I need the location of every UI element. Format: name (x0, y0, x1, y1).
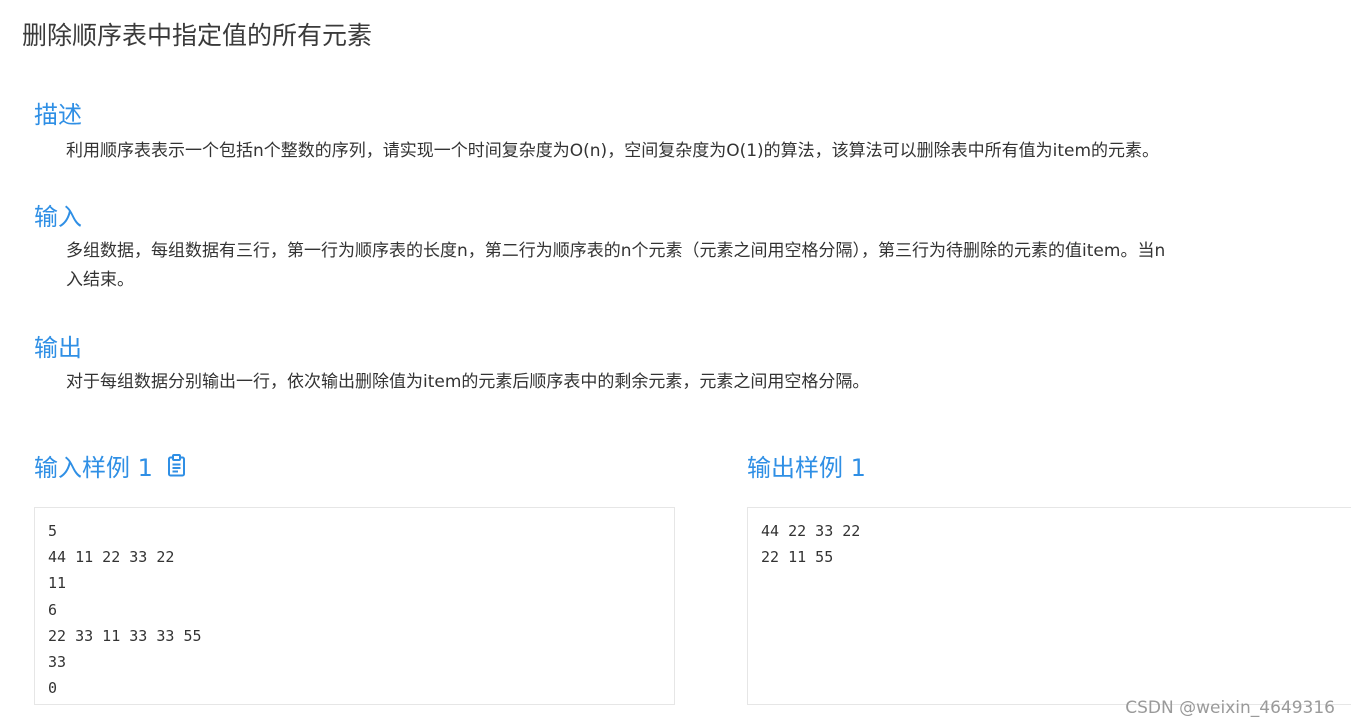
sample-input-heading-label: 输入样例 1 (34, 454, 153, 482)
csdn-watermark: CSDN @weixin_4649316 (1125, 698, 1335, 718)
sample-output-line: 22 11 55 (761, 548, 834, 567)
input-text-line-2: 入结束。 (66, 270, 134, 290)
problem-page: 删除顺序表中指定值的所有元素 描述 利用顺序表表示一个包括n个整数的序列，请实现… (0, 0, 1351, 726)
input-text-line-1: 多组数据，每组数据有三行，第一行为顺序表的长度n，第二行为顺序表的n个元素（元素… (66, 241, 1166, 261)
sample-output-box[interactable]: 44 22 33 22 22 11 55 (747, 507, 1351, 705)
sample-input-line: 33 (48, 653, 67, 672)
sample-input-line: 6 (48, 600, 58, 619)
page-title: 删除顺序表中指定值的所有元素 (22, 21, 373, 50)
sample-input-line: 22 33 11 33 33 55 (48, 626, 202, 645)
sample-output-heading-label: 输出样例 1 (747, 454, 866, 482)
sample-input-box[interactable]: 5 44 11 22 33 22 11 6 22 33 11 33 33 55 … (34, 507, 675, 705)
sample-output-heading: 输出样例 1 (747, 448, 866, 483)
sample-input-heading: 输入样例 1 (34, 448, 187, 483)
sample-input-line: 44 11 22 33 22 (48, 548, 175, 567)
sample-output-line: 44 22 33 22 (761, 522, 861, 540)
sample-input-line: 0 (48, 679, 58, 698)
output-heading: 输出 (34, 334, 82, 362)
input-heading: 输入 (34, 203, 82, 231)
description-heading: 描述 (34, 101, 82, 129)
description-text: 利用顺序表表示一个包括n个整数的序列，请实现一个时间复杂度为O(n)，空间复杂度… (66, 141, 1160, 161)
input-text: 多组数据，每组数据有三行，第一行为顺序表的长度n，第二行为顺序表的n个元素（元素… (66, 237, 1351, 295)
sample-input-line: 5 (48, 522, 58, 540)
clipboard-copy-icon[interactable] (167, 453, 187, 478)
output-text: 对于每组数据分别输出一行，依次输出删除值为item的元素后顺序表中的剩余元素，元… (66, 372, 870, 392)
sample-input-line: 11 (48, 574, 67, 593)
